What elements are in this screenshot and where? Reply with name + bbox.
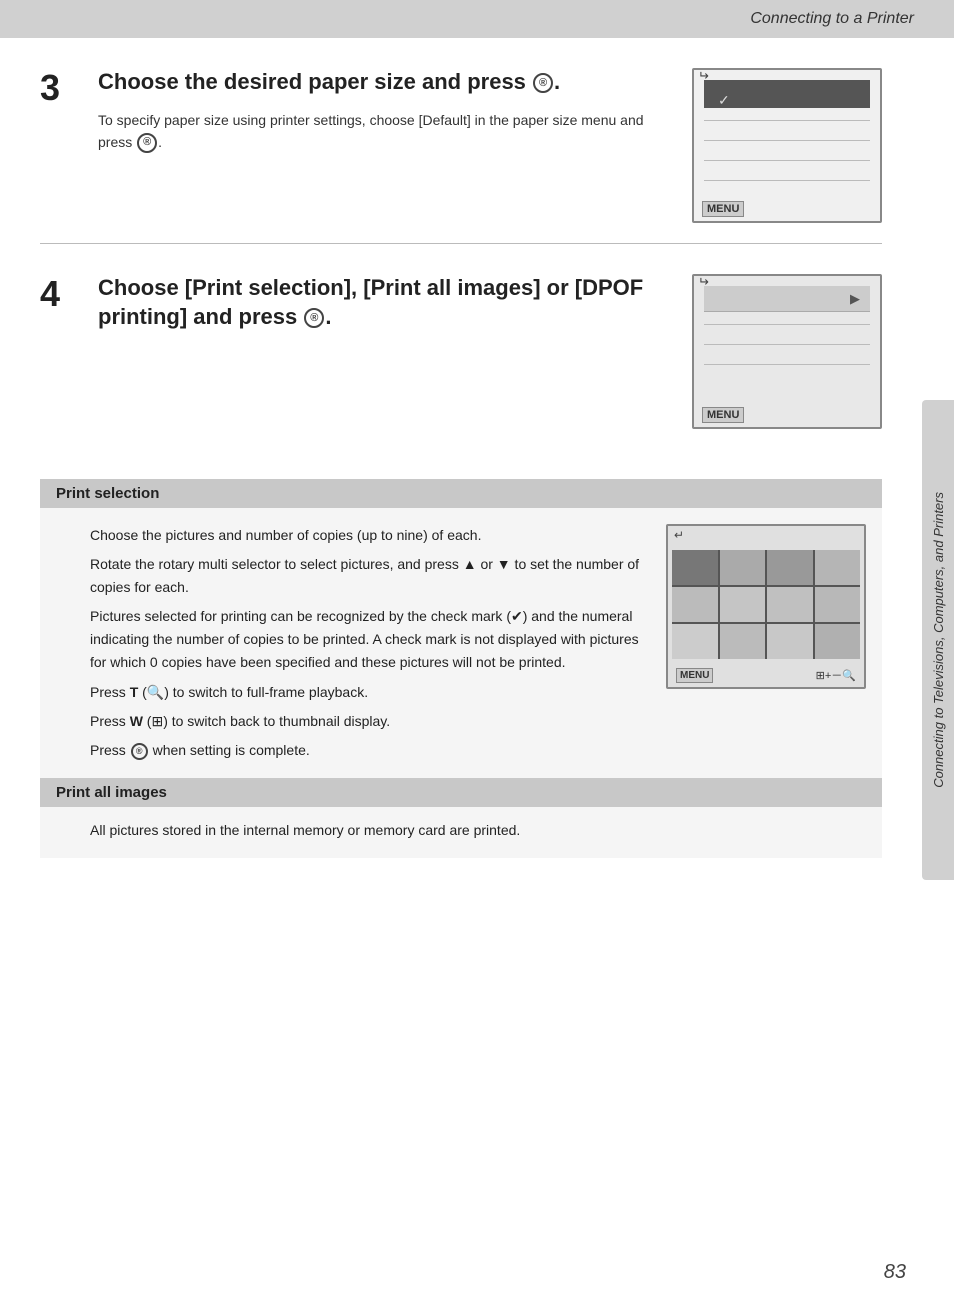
thumb-grid [672, 550, 860, 659]
step-3-title-text: Choose the desired paper size and press … [98, 69, 560, 94]
side-tab-text: Connecting to Televisions, Computers, an… [931, 492, 946, 788]
thumb-cell-1 [720, 550, 766, 585]
menu-line-3 [704, 160, 870, 161]
thumb-cell-11 [815, 624, 861, 659]
print-all-section: Print all images All pictures stored in … [40, 778, 882, 858]
page-number: 83 [884, 1261, 906, 1284]
header-bar: Connecting to a Printer [0, 0, 954, 38]
step-3-body: To specify paper size using printer sett… [98, 109, 672, 154]
thumb-screen: ↵ MENU [666, 524, 866, 689]
thumb-cell-6 [767, 587, 813, 622]
print-all-header: Print all images [40, 778, 882, 807]
ok-button-icon-ps: ® [131, 743, 148, 760]
step-3-section: 3 Choose the desired paper size and pres… [40, 68, 882, 244]
thumb-screen-controls: ⊞+－🔍 [816, 667, 856, 683]
header-title: Connecting to a Printer [750, 10, 914, 28]
print-selection-header: Print selection [40, 479, 882, 508]
screen-arrow-4: ▶ [850, 291, 860, 307]
menu-line-2 [704, 140, 870, 141]
thumb-cell-0 [672, 550, 718, 585]
ok-button-icon-3b: ® [137, 133, 157, 153]
thumb-cell-3 [815, 550, 861, 585]
thumb-cell-7 [815, 587, 861, 622]
screen-selected-row-3: ✓ [704, 80, 870, 108]
step-4-title: Choose [Print selection], [Print all ima… [98, 274, 672, 331]
thumb-cell-4 [672, 587, 718, 622]
print-selection-body: Choose the pictures and number of copies… [40, 508, 882, 778]
ok-button-icon-3: ® [533, 73, 553, 93]
menu-line-1 [704, 120, 870, 121]
step-3-number: 3 [40, 70, 88, 106]
side-tab: Connecting to Televisions, Computers, an… [922, 400, 954, 880]
camera-screen-4: ↵ ▶ MENU [692, 274, 882, 429]
menu-line-4a [704, 324, 870, 325]
step-4-number: 4 [40, 276, 88, 312]
thumb-screen-menu: MENU [676, 668, 713, 683]
menu-line-4c [704, 364, 870, 365]
step-3-title: Choose the desired paper size and press … [98, 68, 672, 97]
ps-para-5: Press W (⊞) to switch back to thumbnail … [90, 710, 646, 733]
print-selection-section: Print selection Choose the pictures and … [40, 479, 882, 778]
main-content: 3 Choose the desired paper size and pres… [0, 38, 954, 888]
menu-line-4b [704, 344, 870, 345]
ps-para-2: Rotate the rotary multi selector to sele… [90, 553, 646, 599]
t-key: T [130, 684, 139, 700]
w-key: W [130, 713, 143, 729]
step-4-content: Choose [Print selection], [Print all ima… [98, 274, 672, 343]
thumb-cell-8 [672, 624, 718, 659]
camera-screen-3: ↵ ✓ MENU [692, 68, 882, 223]
print-all-body: All pictures stored in the internal memo… [40, 807, 882, 858]
ps-para-6: Press ® when setting is complete. [90, 739, 646, 762]
step-3-image: ↵ ✓ MENU [692, 68, 882, 223]
ps-para-4: Press T (🔍) to switch to full-frame play… [90, 681, 646, 704]
step-3-content: Choose the desired paper size and press … [98, 68, 672, 153]
thumb-cell-2 [767, 550, 813, 585]
step-4-image: ↵ ▶ MENU [692, 274, 882, 429]
screen-check-3: ✓ [718, 92, 730, 109]
menu-line-4 [704, 180, 870, 181]
screen-menu-label-4: MENU [702, 407, 744, 423]
thumb-cell-5 [720, 587, 766, 622]
step-4-title-text: Choose [Print selection], [Print all ima… [98, 275, 643, 329]
screen-top-bar-4: ▶ [704, 286, 870, 312]
ps-para-1: Choose the pictures and number of copies… [90, 524, 646, 547]
step-4-section: 4 Choose [Print selection], [Print all i… [40, 274, 882, 449]
thumb-icon-top: ↵ [674, 528, 684, 542]
thumb-cell-10 [767, 624, 813, 659]
print-selection-text: Choose the pictures and number of copies… [90, 524, 646, 762]
ps-para-3: Pictures selected for printing can be re… [90, 605, 646, 674]
screen-menu-label-3: MENU [702, 201, 744, 217]
ok-button-icon-4: ® [304, 308, 324, 328]
thumb-cell-9 [720, 624, 766, 659]
